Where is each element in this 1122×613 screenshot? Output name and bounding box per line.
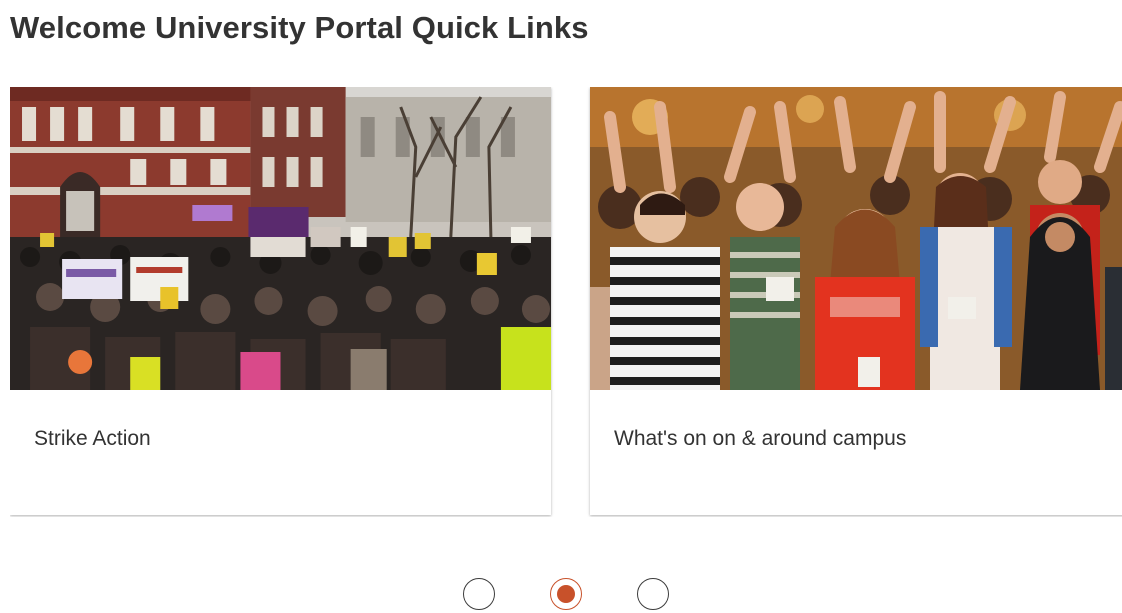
- quick-link-card-strike-action[interactable]: Strike Action: [10, 87, 551, 515]
- quick-links-page: Welcome University Portal Quick Links St…: [0, 0, 1122, 613]
- students-event-illustration: [590, 87, 1122, 390]
- carousel-pager: [0, 578, 1122, 613]
- students-raising-hands-image[interactable]: [590, 87, 1122, 390]
- protest-crowd-illustration: [10, 87, 551, 390]
- pager-dot-2-selected[interactable]: [550, 578, 582, 610]
- quick-links-carousel: Strike Action What's on on & around camp…: [10, 87, 1122, 517]
- pager-dot-1[interactable]: [463, 578, 495, 610]
- pager-dot-selected-indicator: [557, 585, 575, 603]
- page-title: Welcome University Portal Quick Links: [10, 10, 589, 45]
- card-title-whats-on[interactable]: What's on on & around campus: [614, 427, 906, 451]
- protest-crowd-image[interactable]: [10, 87, 551, 390]
- card-title-strike-action[interactable]: Strike Action: [34, 427, 151, 451]
- pager-dot-3[interactable]: [637, 578, 669, 610]
- quick-link-card-whats-on[interactable]: What's on on & around campus: [590, 87, 1122, 515]
